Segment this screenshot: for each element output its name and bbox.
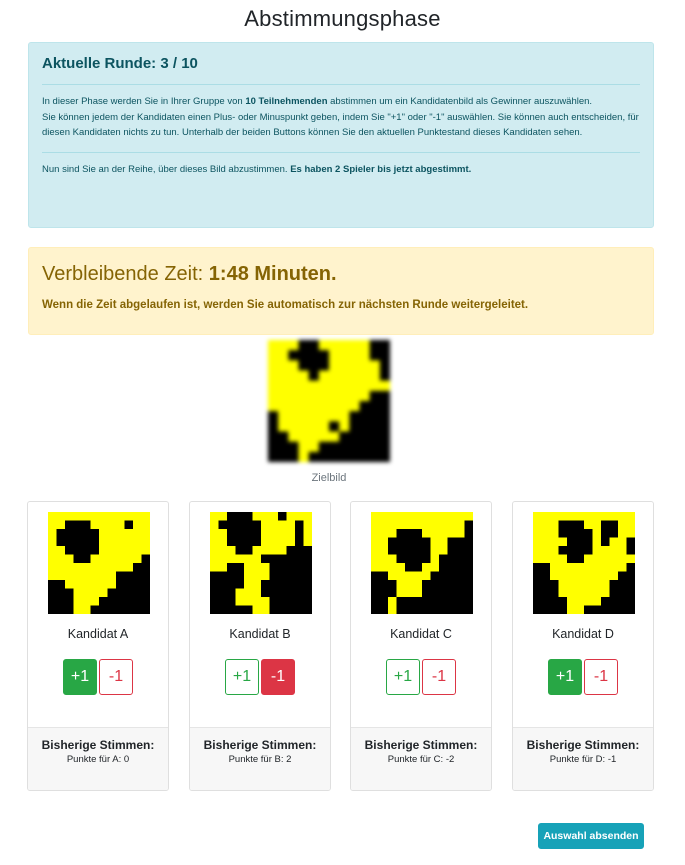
card-footer: Bisherige Stimmen: Punkte für B: 2 xyxy=(190,727,330,790)
vote-plus-button[interactable]: +1 xyxy=(63,659,97,695)
candidate-a-image xyxy=(48,512,150,614)
points-text: Punkte für B: 2 xyxy=(228,754,292,765)
target-image xyxy=(268,340,390,462)
candidate-name: Kandidat D xyxy=(552,627,614,641)
votes-so-far: Es haben 2 Spieler bis jetzt abgestimmt. xyxy=(290,163,472,175)
candidate-card-b: Kandidat B +1 -1 Bisherige Stimmen: Punkt… xyxy=(189,501,331,791)
candidate-card-a: Kandidat A +1 -1 Bisherige Stimmen: Punkt… xyxy=(27,501,169,791)
votes-label: Bisherige Stimmen: xyxy=(41,738,155,752)
timer-note: Wenn die Zeit abgelaufen ist, werden Sie… xyxy=(42,299,529,311)
submit-selection-button[interactable]: Auswahl absenden xyxy=(538,823,644,849)
timer-label: Verbleibende Zeit: xyxy=(42,263,209,285)
vote-buttons: +1 -1 xyxy=(190,659,330,695)
vote-buttons: +1 -1 xyxy=(513,659,653,695)
page-title: Abstimmungsphase xyxy=(244,6,441,31)
round-info-alert: Aktuelle Runde: 3 / 10 In dieser Phase w… xyxy=(28,42,654,228)
votes-label: Bisherige Stimmen: xyxy=(526,738,640,752)
vote-buttons: +1 -1 xyxy=(28,659,168,695)
vote-buttons: +1 -1 xyxy=(351,659,491,695)
vote-plus-button[interactable]: +1 xyxy=(386,659,420,695)
candidate-name: Kandidat A xyxy=(67,627,129,641)
participant-count: 10 Teilnehmenden xyxy=(245,96,328,107)
turn-message: Nun sind Sie an der Reihe, über dieses B… xyxy=(42,163,291,175)
candidate-c-image xyxy=(371,512,473,614)
instructions-p2: Sie können jedem der Kandidaten einen Pl… xyxy=(42,111,639,139)
timer-line: Verbleibende Zeit: 1:48 Minuten. xyxy=(42,260,640,288)
votes-label: Bisherige Stimmen: xyxy=(364,738,478,752)
timer-alert: Verbleibende Zeit: 1:48 Minuten. Wenn di… xyxy=(28,247,654,335)
candidate-card-c: Kandidat C +1 -1 Bisherige Stimmen: Punkt… xyxy=(350,501,492,791)
candidate-d-image xyxy=(533,512,635,614)
candidate-name: Kandidat C xyxy=(390,627,452,641)
timer-value: 1:48 Minuten. xyxy=(208,263,337,285)
votes-label: Bisherige Stimmen: xyxy=(203,738,317,752)
target-caption: Zielbild xyxy=(311,472,347,484)
turn-text: Nun sind Sie an der Reihe, über dieses B… xyxy=(42,162,640,178)
card-footer: Bisherige Stimmen: Punkte für A: 0 xyxy=(28,727,168,790)
vote-minus-button[interactable]: -1 xyxy=(584,659,618,695)
divider xyxy=(42,151,640,153)
instructions-p1-pre: In dieser Phase werden Sie in Ihrer Grup… xyxy=(42,96,246,107)
points-text: Punkte für A: 0 xyxy=(66,754,130,765)
candidate-name: Kandidat B xyxy=(229,627,291,641)
points-text: Punkte für C: -2 xyxy=(387,754,455,765)
card-footer: Bisherige Stimmen: Punkte für C: -2 xyxy=(351,727,491,790)
points-text: Punkte für D: -1 xyxy=(549,754,617,765)
target-pattern xyxy=(268,340,390,462)
vote-plus-button[interactable]: +1 xyxy=(548,659,582,695)
vote-minus-button[interactable]: -1 xyxy=(422,659,456,695)
divider xyxy=(42,84,640,85)
instructions-text: In dieser Phase werden Sie in Ihrer Grup… xyxy=(42,94,640,141)
round-heading: Aktuelle Runde: 3 / 10 xyxy=(42,55,198,72)
vote-minus-button[interactable]: -1 xyxy=(99,659,133,695)
card-footer: Bisherige Stimmen: Punkte für D: -1 xyxy=(513,727,653,790)
candidate-card-d: Kandidat D +1 -1 Bisherige Stimmen: Punkt… xyxy=(512,501,654,791)
vote-minus-button[interactable]: -1 xyxy=(261,659,295,695)
candidate-b-image xyxy=(210,512,312,614)
instructions-p1-post: abstimmen um ein Kandidatenbild als Gewi… xyxy=(327,96,593,107)
vote-plus-button[interactable]: +1 xyxy=(225,659,259,695)
